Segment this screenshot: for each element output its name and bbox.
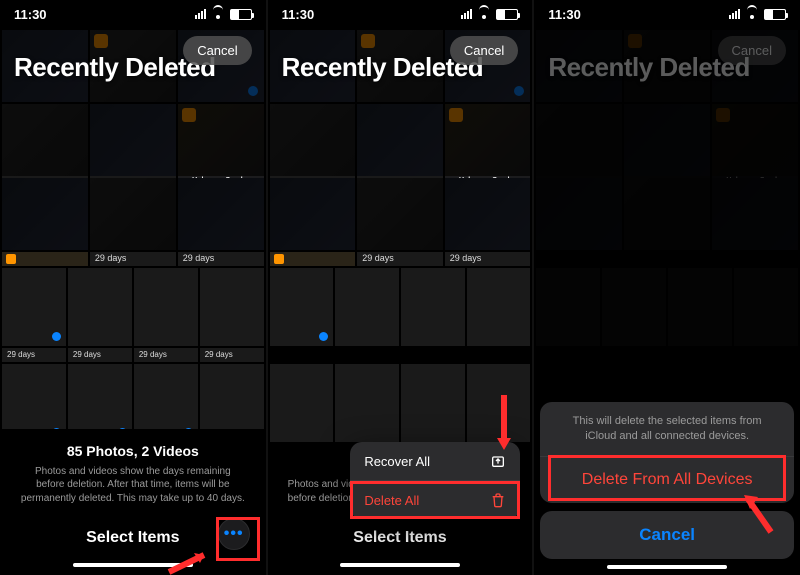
recover-icon xyxy=(490,453,506,469)
status-time: 11:30 xyxy=(14,7,47,22)
cancel-button[interactable]: Cancel xyxy=(183,36,251,65)
battery-icon xyxy=(496,9,518,20)
action-menu: Recover All Delete All xyxy=(350,442,520,519)
wifi-icon xyxy=(211,9,225,19)
status-bar: 11:30 xyxy=(268,0,533,28)
home-indicator[interactable] xyxy=(340,563,460,567)
cellular-icon xyxy=(195,9,206,19)
confirmation-message: This will delete the selected items from… xyxy=(540,402,794,457)
home-indicator[interactable] xyxy=(73,563,193,567)
status-time: 11:30 xyxy=(548,7,581,22)
cancel-button[interactable]: Cancel xyxy=(450,36,518,65)
trash-icon xyxy=(490,492,506,508)
confirmation-cancel-button[interactable]: Cancel xyxy=(540,511,794,559)
confirmation-sheet: This will delete the selected items from… xyxy=(540,402,794,569)
status-time: 11:30 xyxy=(282,7,315,22)
cellular-icon xyxy=(461,9,472,19)
cellular-icon xyxy=(729,9,740,19)
select-items-button[interactable]: Select Items xyxy=(86,529,179,547)
battery-icon xyxy=(230,9,252,20)
status-bar: 11:30 xyxy=(534,0,800,28)
battery-icon xyxy=(764,9,786,20)
more-options-button[interactable]: ••• xyxy=(218,518,250,550)
screenshot-1: 11:30 29 days 29 days Invitation From Un… xyxy=(0,0,267,575)
screenshot-3: 11:30 29 days 29 days Invitation From Un… xyxy=(533,0,800,575)
ellipsis-icon: ••• xyxy=(224,525,244,543)
deletion-description: Photos and videos show the days remainin… xyxy=(20,465,246,506)
item-count-summary: 85 Photos, 2 Videos xyxy=(20,443,246,459)
screenshot-2: 11:30 29 days 29 days Invitation From Un… xyxy=(267,0,534,575)
status-bar: 11:30 xyxy=(0,0,266,28)
select-items-button[interactable]: Select Items xyxy=(353,529,446,547)
wifi-icon xyxy=(477,9,491,19)
delete-from-all-devices-button[interactable]: Delete From All Devices xyxy=(540,457,794,503)
bottom-info-panel: 85 Photos, 2 Videos Photos and videos sh… xyxy=(0,429,266,575)
wifi-icon xyxy=(745,9,759,19)
home-indicator[interactable] xyxy=(607,565,727,569)
recover-all-button[interactable]: Recover All xyxy=(350,442,520,481)
cancel-button: Cancel xyxy=(718,36,786,65)
delete-all-button[interactable]: Delete All xyxy=(350,481,520,519)
